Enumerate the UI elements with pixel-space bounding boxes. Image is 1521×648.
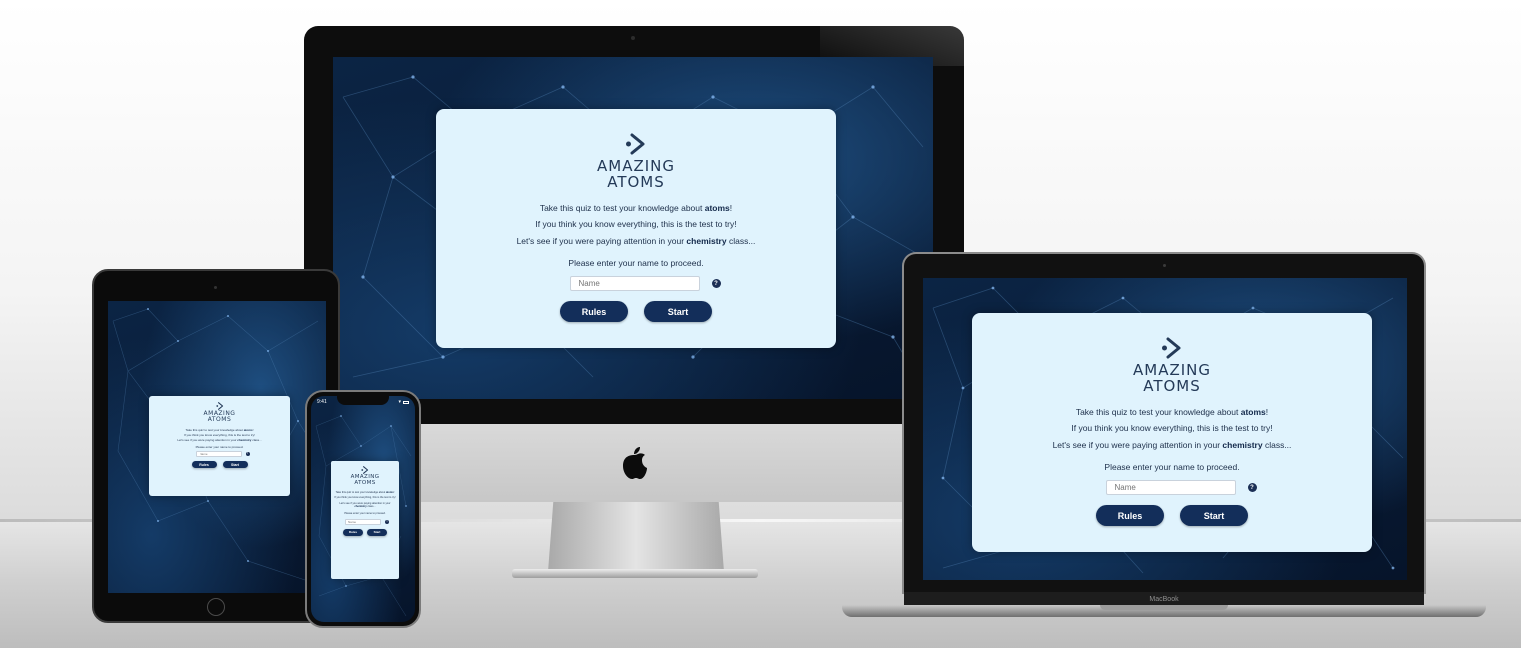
name-prompt: Please enter your name to proceed. <box>195 445 244 450</box>
button-row: Rules Start <box>1096 505 1248 527</box>
intro-line-1: Take this quiz to test your knowledge ab… <box>185 427 254 432</box>
help-icon[interactable]: ? <box>245 452 250 457</box>
start-button[interactable]: Start <box>1180 505 1248 527</box>
imac-camera <box>631 36 635 40</box>
name-input[interactable] <box>345 518 381 525</box>
name-input[interactable] <box>195 451 242 458</box>
ipad-quiz-card: AMAZING ATOMS Take this quiz to test you… <box>149 396 290 496</box>
help-icon[interactable]: ? <box>1247 483 1257 493</box>
help-icon[interactable]: ? <box>385 519 389 524</box>
intro-line-2: If you think you know everything, this i… <box>535 219 737 230</box>
start-button[interactable]: Start <box>367 528 387 536</box>
imac-quiz-card: AMAZING ATOMS Take this quiz to test you… <box>436 109 836 348</box>
wifi-icon: ▾ <box>398 399 401 405</box>
logo-text: AMAZING ATOMS <box>351 474 380 487</box>
imac-stand-neck <box>548 502 724 572</box>
logo-line-2: ATOMS <box>207 416 232 424</box>
macbook-quiz-card: AMAZING ATOMS Take this quiz to test you… <box>972 313 1372 552</box>
iphone-quiz-card: AMAZING ATOMS Take this quiz to test you… <box>331 461 399 579</box>
rules-button[interactable]: Rules <box>560 301 628 323</box>
imac-stand-base <box>512 569 758 578</box>
help-icon[interactable]: ? <box>711 279 721 289</box>
intro-line-1: Take this quiz to test your knowledge ab… <box>335 490 395 494</box>
logo-text: AMAZING ATOMS <box>1133 362 1211 395</box>
atom-logo-icon <box>1162 337 1181 359</box>
logo-line-2: ATOMS <box>354 479 376 486</box>
status-indicators: ▾ <box>398 399 409 405</box>
logo-text: AMAZING ATOMS <box>597 158 675 191</box>
logo-line-2: ATOMS <box>607 172 665 191</box>
name-row: ? <box>569 276 721 292</box>
intro-line-2: If you think you know everything, this i… <box>1071 423 1273 434</box>
apple-logo-icon <box>623 447 647 479</box>
intro-line-1: Take this quiz to test your knowledge ab… <box>539 202 733 213</box>
battery-icon <box>403 400 409 404</box>
iphone-notch <box>337 396 389 405</box>
name-prompt: Please enter your name to proceed. <box>568 258 704 269</box>
name-input[interactable] <box>569 276 700 292</box>
name-row: ? <box>345 518 389 525</box>
ipad-home-button <box>207 598 225 616</box>
logo-line-2: ATOMS <box>1143 376 1201 395</box>
status-time: 9:41 <box>317 399 327 405</box>
button-row: Rules Start <box>343 528 387 536</box>
name-input[interactable] <box>1105 480 1236 496</box>
rules-button[interactable]: Rules <box>191 461 217 469</box>
intro-line-3: Let's see if you were paying attention i… <box>339 501 391 509</box>
macbook-notch <box>1100 605 1228 610</box>
intro-line-2: If you think you know everything, this i… <box>183 432 256 437</box>
macbook-brand-label: MacBook <box>904 592 1424 606</box>
atom-logo-icon <box>215 402 223 410</box>
button-row: Rules Start <box>191 461 248 469</box>
ipad-camera <box>214 286 217 289</box>
name-row: ? <box>195 451 250 458</box>
atom-logo-icon <box>361 466 369 474</box>
intro-line-3: Let's see if you were paying attention i… <box>177 437 262 442</box>
intro-line-3: Let's see if you were paying attention i… <box>516 236 756 247</box>
logo-text: AMAZING ATOMS <box>204 410 236 424</box>
start-button[interactable]: Start <box>644 301 712 323</box>
rules-button[interactable]: Rules <box>1096 505 1164 527</box>
atom-logo-icon <box>626 133 645 155</box>
name-prompt: Please enter your name to proceed. <box>344 512 386 516</box>
start-button[interactable]: Start <box>222 461 248 469</box>
intro-line-3: Let's see if you were paying attention i… <box>1052 440 1292 451</box>
button-row: Rules Start <box>560 301 712 323</box>
name-prompt: Please enter your name to proceed. <box>1104 462 1240 473</box>
name-row: ? <box>1105 480 1257 496</box>
macbook-camera <box>1163 264 1166 267</box>
intro-line-2: If you think you know everything, this i… <box>334 496 396 500</box>
intro-line-1: Take this quiz to test your knowledge ab… <box>1075 406 1269 417</box>
rules-button[interactable]: Rules <box>343 528 363 536</box>
